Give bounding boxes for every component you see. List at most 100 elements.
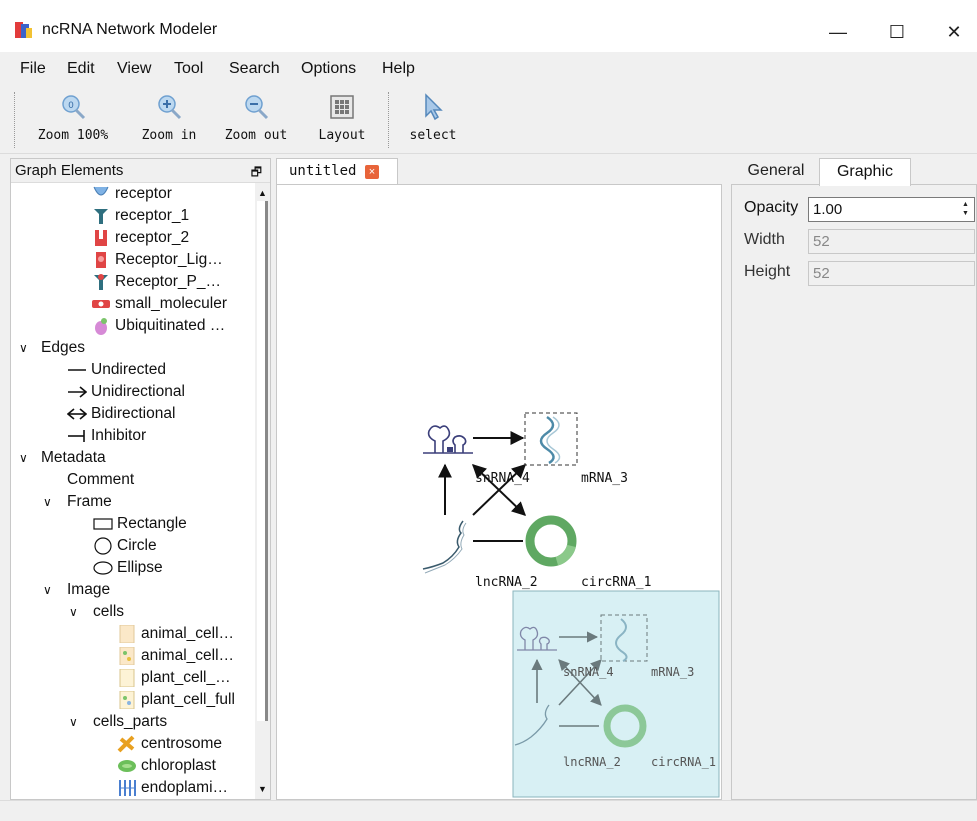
tree-item-receptor-ligand[interactable]: Receptor_Lig… [91,249,223,271]
menu-tool[interactable]: Tool [174,60,203,78]
tree-item-small-moleculer[interactable]: small_moleculer [91,293,227,315]
cells-collapse-caret[interactable]: ∨ [69,601,78,623]
properties-panel: General Graphic Opacity 1.00 ▲ ▼ Width 52… [731,158,977,800]
menu-view[interactable]: View [117,60,151,78]
receptor-ligand-icon [96,251,106,268]
tree-item-circle[interactable]: Circle [93,535,157,557]
tab-untitled-label: untitled [289,163,357,179]
tree-item-plant-cell[interactable]: plant_cell_… [117,667,231,689]
tree-item-animal-cell-1[interactable]: animal_cell… [117,623,234,645]
tree-item-ellipse[interactable]: Ellipse [93,557,163,579]
zoom-out-icon [245,95,269,120]
tab-untitled[interactable]: untitled × [276,158,398,184]
app-logo-icon [15,22,32,38]
ubiquitinated-icon [95,317,107,335]
menu-help[interactable]: Help [382,60,415,78]
tree-item-ubiquitinated[interactable]: Ubiquitinated … [91,315,225,337]
zoom-100-button[interactable]: 0 Zoom 100% [30,92,116,152]
layout-grid-icon [330,95,354,119]
graph-canvas[interactable]: snRNA_4 mRNA_3 lncRNA_2 circRNA_1 snRNA_… [276,184,722,800]
tree-item-animal-cell-2[interactable]: animal_cell… [117,645,234,667]
undock-icon[interactable]: 🗗 [251,163,262,184]
tree-group-cells[interactable]: cells [93,601,124,623]
layout-button[interactable]: Layout [310,92,374,152]
tree-group-cells-parts[interactable]: cells_parts [93,711,167,733]
cells-parts-collapse-caret[interactable]: ∨ [69,711,78,733]
spinbox-arrows-icon[interactable]: ▲ ▼ [959,200,972,219]
tree-item-receptor-1[interactable]: receptor_1 [91,205,189,227]
zoom-out-button[interactable]: Zoom out [220,92,292,152]
graph-elements-panel: Graph Elements 🗗 receptor receptor_1 rec… [10,158,271,800]
menu-edit[interactable]: Edit [67,60,95,78]
tree-item-bidirectional[interactable]: Bidirectional [67,403,175,425]
zoom-out-label: Zoom out [224,128,288,143]
tree-group-image[interactable]: Image [67,579,110,601]
frame-collapse-caret[interactable]: ∨ [43,491,52,513]
tab-close-icon[interactable]: × [365,165,379,179]
node-label-snrna: snRNA_4 [475,471,530,486]
document-area: untitled × snRNA_4 mRNA_3 lncRNA_2 circR… [276,158,726,800]
tree-item-inhibitor[interactable]: Inhibitor [67,425,146,447]
scrollbar-thumb[interactable] [257,201,268,721]
tree-group-frame[interactable]: Frame [67,491,112,513]
animal-cell-full-icon [119,646,135,665]
tree-group-metadata[interactable]: Metadata [41,447,106,469]
chloroplast-icon [118,759,136,772]
width-label: Width [744,231,785,248]
menu-file[interactable]: File [20,60,46,78]
metadata-collapse-caret[interactable]: ∨ [19,447,28,469]
scroll-down-arrow-icon[interactable]: ▼ [255,781,270,797]
minimap-label-snrna: snRNA_4 [563,665,614,679]
zoom-in-label: Zoom in [141,128,197,143]
plant-cell-full-icon [119,690,135,709]
circle-icon [94,537,112,555]
network-graph[interactable] [277,185,721,799]
tab-graphic[interactable]: Graphic [819,158,911,186]
unidirectional-edge-icon [68,386,87,398]
node-label-circrna: circRNA_1 [581,575,652,590]
tree-item-rectangle[interactable]: Rectangle [93,513,187,535]
tree-item-undirected[interactable]: Undirected [67,359,166,381]
receptor-2-icon [95,229,107,246]
node-label-lncrna: lncRNA_2 [475,575,538,590]
graph-elements-title: Graph Elements [15,162,124,179]
minimize-button[interactable]: — [815,14,861,50]
maximize-button[interactable]: ☐ [874,14,920,50]
tree-item-receptor[interactable]: receptor [91,183,172,205]
opacity-spinbox[interactable]: 1.00 ▲ ▼ [808,197,975,222]
menu-bar: File Edit View Tool Search Options Help [0,52,977,86]
tree-item-unidirectional[interactable]: Unidirectional [67,381,185,403]
tree-item-chloroplast[interactable]: chloroplast [117,755,216,777]
lncrna-node-icon[interactable] [422,520,464,570]
zoom-in-button[interactable]: Zoom in [134,92,204,152]
window-title: ncRNA Network Modeler [42,21,218,38]
tree-item-comment[interactable]: Comment [67,469,134,491]
scroll-up-arrow-icon[interactable]: ▲ [255,185,270,201]
height-label: Height [744,263,791,280]
tab-general[interactable]: General [733,158,819,185]
tree-item-receptor-2[interactable]: receptor_2 [91,227,189,249]
snrna-node-icon[interactable] [423,425,473,454]
tree-item-receptor-p[interactable]: Receptor_P_… [91,271,221,293]
graph-elements-header: Graph Elements 🗗 [11,159,270,183]
bidirectional-edge-icon [67,408,87,420]
graph-elements-tree: receptor receptor_1 receptor_2 Receptor_… [11,183,255,799]
image-collapse-caret[interactable]: ∨ [43,579,52,601]
select-button[interactable]: select [404,92,462,152]
animal-cell-icon [119,624,135,643]
width-field: 52 [808,229,975,254]
tree-item-centrosome[interactable]: centrosome [117,733,222,755]
rectangle-icon [93,518,113,530]
receptor-p-icon [94,273,108,290]
status-bar [0,800,977,821]
menu-search[interactable]: Search [229,60,280,78]
toolbar-grip [14,92,16,148]
tree-item-endoplasmic[interactable]: endoplami… [117,777,228,799]
close-button[interactable]: ✕ [931,14,977,50]
menu-options[interactable]: Options [301,60,356,78]
endoplasmic-reticulum-icon [119,779,136,796]
tree-item-plant-cell-full[interactable]: plant_cell_full [117,689,235,711]
tree-scrollbar[interactable]: ▲ ▼ [255,183,270,799]
tree-group-edges[interactable]: Edges [41,337,85,359]
edges-collapse-caret[interactable]: ∨ [19,337,28,359]
